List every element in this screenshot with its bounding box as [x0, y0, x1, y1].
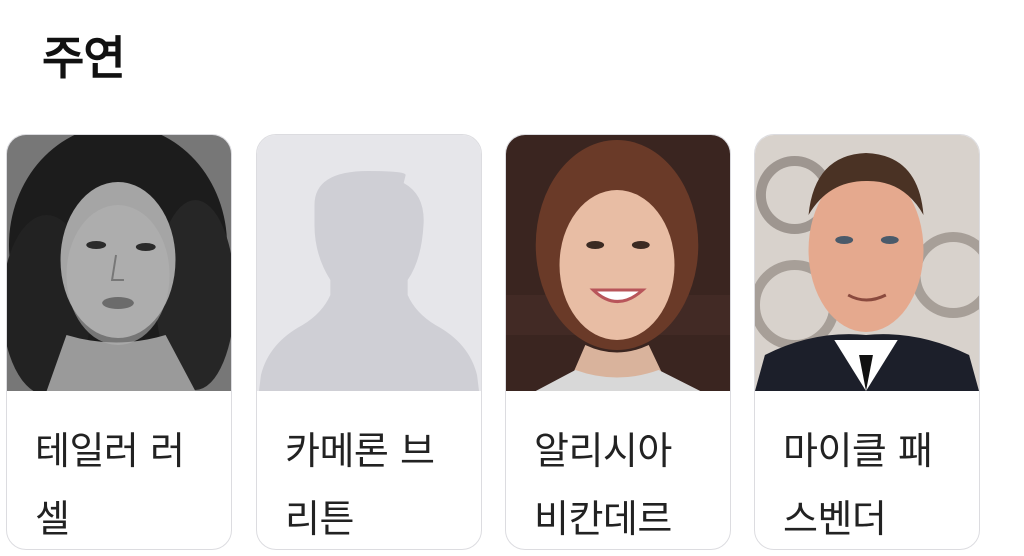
cast-name: 테일러 러셀	[35, 429, 185, 541]
section-title: 주연	[42, 31, 126, 85]
cast-photo	[506, 135, 730, 391]
cast-name: 카메론 브리튼	[285, 429, 435, 541]
cast-card[interactable]: 카메론 브리튼	[256, 134, 482, 550]
cast-photo	[755, 135, 979, 391]
cast-card[interactable]: 알리시아 비칸데르	[505, 134, 731, 550]
cast-card[interactable]: 마이클 패스벤더	[754, 134, 980, 550]
cast-name: 마이클 패스벤더	[783, 429, 933, 541]
cast-name: 알리시아 비칸데르	[534, 429, 672, 541]
cast-card[interactable]: 테일러 러셀	[6, 134, 232, 550]
cast-photo-placeholder	[257, 135, 481, 391]
cast-photo	[7, 135, 231, 391]
